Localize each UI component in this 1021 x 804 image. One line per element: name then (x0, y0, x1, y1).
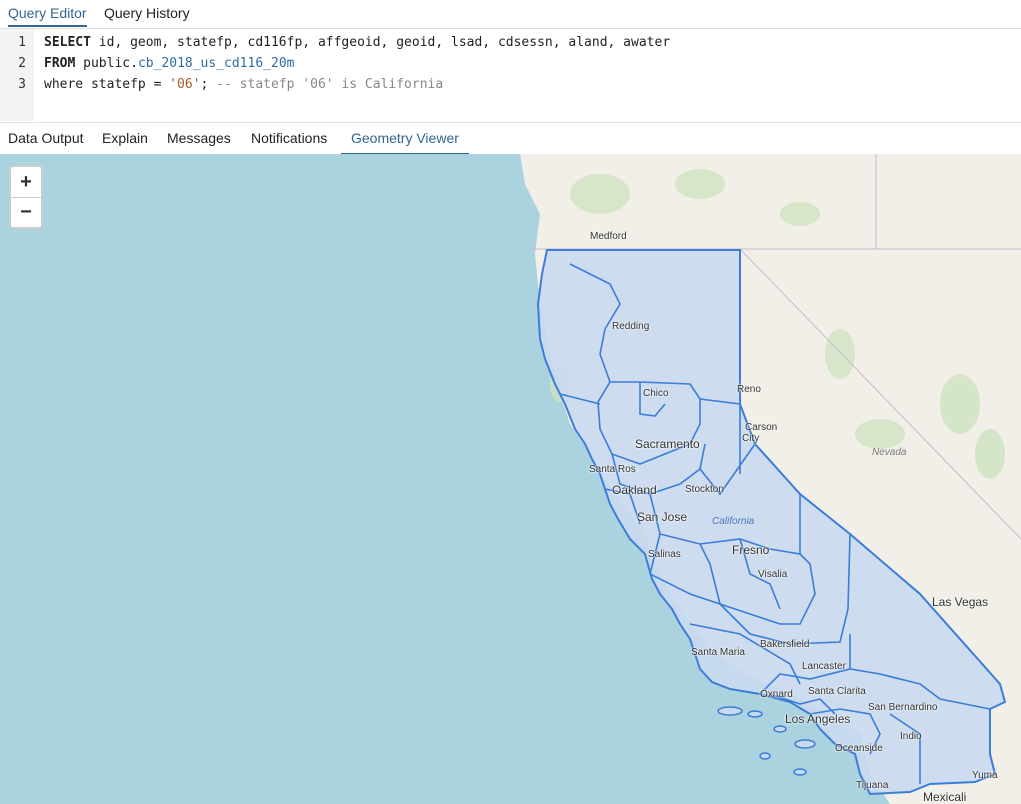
where-clause: where statefp = (44, 77, 170, 92)
city-label-san-jose: San Jose (637, 510, 688, 524)
tab-query-history[interactable]: Query History (104, 0, 190, 26)
tab-data-output[interactable]: Data Output (8, 123, 84, 154)
zoom-control: + − (9, 165, 43, 229)
tab-notifications[interactable]: Notifications (251, 123, 327, 154)
tab-messages[interactable]: Messages (167, 123, 231, 154)
schema-name: public. (75, 56, 138, 71)
city-label-los-angeles: Los Angeles (785, 712, 851, 726)
sql-comment: -- statefp '06' is California (216, 77, 444, 92)
city-label-chico: Chico (643, 388, 669, 399)
sql-editor[interactable]: 1 2 3 SELECT id, geom, statefp, cd116fp,… (0, 29, 1021, 121)
city-label-medford: Medford (590, 231, 627, 242)
city-label-tijuana: Tijuana (856, 780, 889, 791)
city-label-oxnard: Oxnard (760, 689, 793, 700)
code-line-2[interactable]: FROM public.cb_2018_us_cd116_20m (44, 56, 294, 71)
result-tab-bar: Data Output Explain Messages Notificatio… (0, 122, 1021, 155)
line-number: 2 (18, 56, 26, 71)
line-number-gutter: 1 2 3 (0, 29, 34, 121)
table-name: cb_2018_us_cd116_20m (137, 56, 295, 71)
city-label-santa-clarita: Santa Clarita (808, 686, 866, 697)
tab-explain[interactable]: Explain (102, 123, 148, 154)
city-label-bakersfield: Bakersfield (760, 639, 810, 650)
statement-separator: ; (200, 77, 217, 92)
tab-query-editor[interactable]: Query Editor (8, 0, 87, 27)
zoom-out-button[interactable]: − (11, 197, 41, 227)
city-label-salinas: Salinas (648, 549, 681, 560)
city-label-carson-1: Carson (745, 422, 778, 433)
city-label-santa-rosa: Santa Ros (589, 464, 636, 475)
city-label-visalia: Visalia (758, 569, 788, 580)
city-label-lancaster: Lancaster (802, 661, 846, 672)
city-label-sacramento: Sacramento (635, 437, 700, 451)
code-line-3[interactable]: where statefp = '06'; -- statefp '06' is… (44, 77, 443, 92)
tab-geometry-viewer[interactable]: Geometry Viewer (341, 123, 469, 155)
city-label-oakland: Oakland (612, 483, 657, 497)
select-columns: id, geom, statefp, cd116fp, affgeoid, ge… (90, 35, 671, 50)
keyword-select: SELECT (44, 35, 91, 50)
city-label-oceanside: Oceanside (835, 743, 883, 754)
city-label-mexicali: Mexicali (923, 790, 967, 804)
city-label-carson-2: City (742, 433, 760, 444)
city-label-las-vegas: Las Vegas (932, 595, 989, 609)
city-label-stockton: Stockton (685, 484, 724, 495)
code-line-1[interactable]: SELECT id, geom, statefp, cd116fp, affge… (44, 35, 670, 50)
city-label-san-bernardino: San Bernardino (868, 702, 938, 713)
city-label-yuma: Yuma (972, 770, 998, 781)
line-number: 3 (18, 77, 26, 92)
string-literal: '06' (169, 77, 201, 92)
keyword-from: FROM (44, 56, 76, 71)
region-label-california: California (712, 516, 755, 527)
editor-tab-bar: Query Editor Query History (0, 0, 1021, 29)
city-label-reno: Reno (737, 384, 761, 395)
geometry-map[interactable]: + − Medford Redding Chico Reno Carson Ci… (0, 154, 1021, 804)
city-label-indio: Indio (900, 731, 922, 742)
zoom-in-button[interactable]: + (11, 167, 41, 198)
city-label-fresno: Fresno (732, 543, 770, 557)
region-label-nevada: Nevada (872, 447, 907, 458)
city-label-santa-maria: Santa Maria (691, 647, 745, 658)
line-number: 1 (18, 35, 26, 50)
city-label-redding: Redding (612, 321, 650, 332)
